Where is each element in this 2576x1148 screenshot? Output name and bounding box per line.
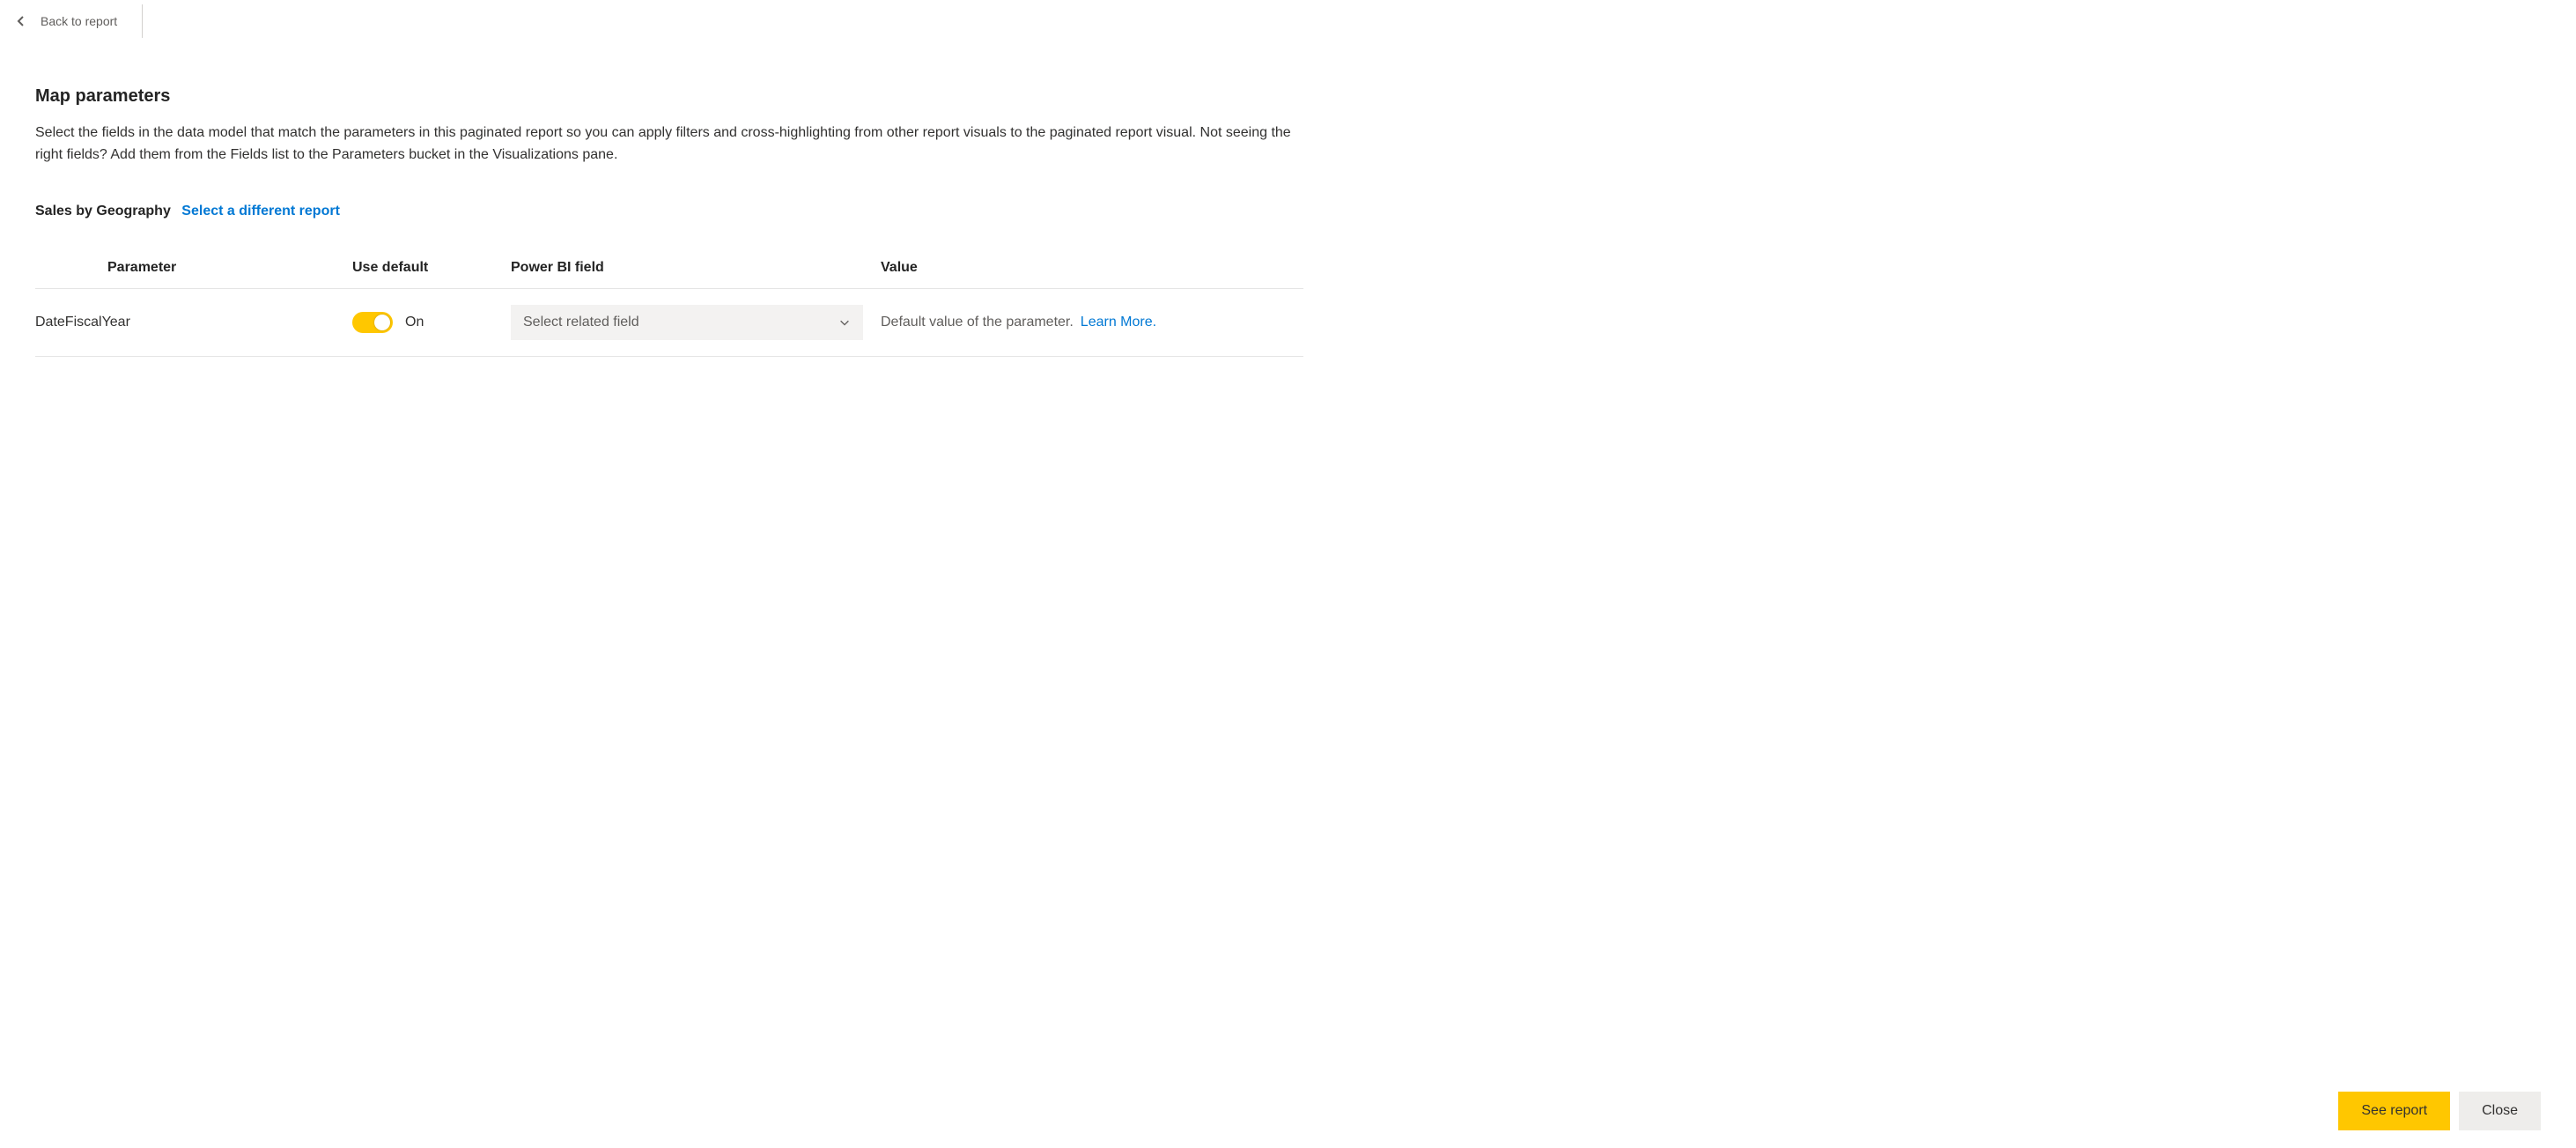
top-bar: Back to report <box>0 0 2576 42</box>
chevron-down-icon <box>838 316 851 329</box>
toggle-state-label: On <box>405 315 424 330</box>
see-report-button[interactable]: See report <box>2338 1092 2450 1130</box>
page-description: Select the fields in the data model that… <box>35 122 1303 167</box>
field-select-placeholder: Select related field <box>523 315 639 330</box>
content-area: Map parameters Select the fields in the … <box>0 42 1339 357</box>
close-button[interactable]: Close <box>2459 1092 2541 1130</box>
value-text: Default value of the parameter. <box>881 315 1074 330</box>
column-header-value: Value <box>881 248 1303 289</box>
power-bi-field-select[interactable]: Select related field <box>511 305 863 340</box>
column-header-field: Power BI field <box>511 248 881 289</box>
vertical-divider <box>142 4 143 38</box>
back-to-report-link[interactable]: Back to report <box>14 14 117 28</box>
report-selector: Sales by Geography Select a different re… <box>35 204 1303 219</box>
parameters-table: Parameter Use default Power BI field Val… <box>35 248 1303 357</box>
value-cell: Default value of the parameter. Learn Mo… <box>881 315 1295 330</box>
footer-buttons: See report Close <box>2338 1092 2541 1130</box>
report-name-label: Sales by Geography <box>35 204 171 218</box>
learn-more-link[interactable]: Learn More. <box>1081 315 1156 330</box>
column-header-parameter: Parameter <box>35 248 352 289</box>
select-different-report-link[interactable]: Select a different report <box>181 204 340 218</box>
use-default-toggle-wrap: On <box>352 312 502 333</box>
table-row: DateFiscalYear On Select related field <box>35 288 1303 356</box>
parameter-name-cell: DateFiscalYear <box>35 288 352 356</box>
use-default-toggle[interactable] <box>352 312 393 333</box>
chevron-left-icon <box>14 14 28 28</box>
page-title: Map parameters <box>35 86 1303 107</box>
column-header-use-default: Use default <box>352 248 511 289</box>
toggle-knob <box>374 315 390 330</box>
back-to-report-label: Back to report <box>41 14 117 28</box>
